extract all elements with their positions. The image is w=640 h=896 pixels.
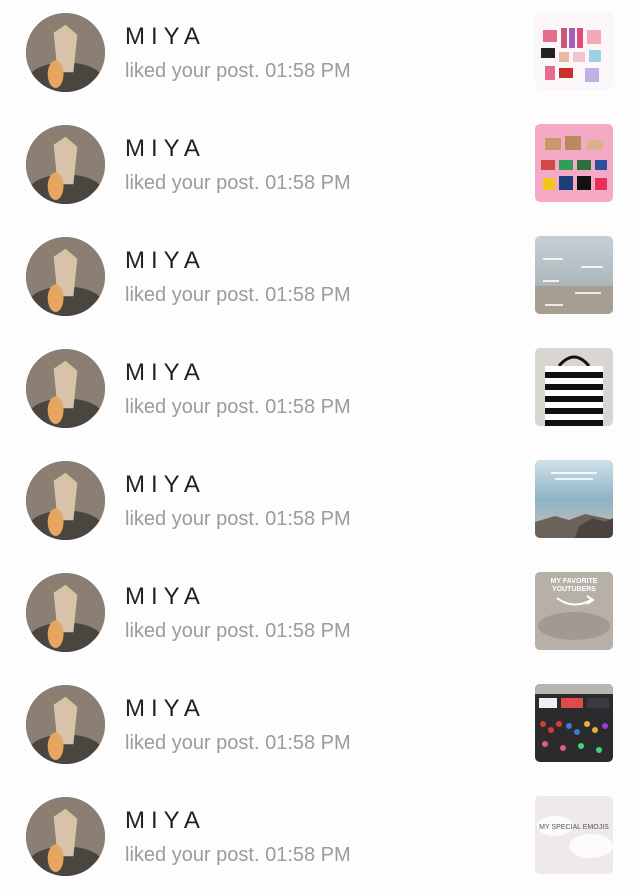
notification-text: liked your post. 01:58 PM bbox=[125, 60, 351, 82]
username[interactable]: MIYA bbox=[125, 135, 206, 163]
post-thumbnail[interactable] bbox=[535, 348, 613, 426]
notification-text: liked your post. 01:58 PM bbox=[125, 396, 351, 418]
notification-text: liked your post. 01:58 PM bbox=[125, 172, 351, 194]
timestamp: 01:58 PM bbox=[265, 284, 351, 306]
thumbnail-caption: MY SPECIAL EMOJIS bbox=[539, 824, 609, 831]
notification-row[interactable]: MIYA liked your post. 01:58 PM bbox=[0, 0, 640, 112]
username[interactable]: MIYA bbox=[125, 695, 206, 723]
user-avatar[interactable] bbox=[26, 685, 105, 764]
timestamp: 01:58 PM bbox=[265, 620, 351, 642]
post-thumbnail[interactable] bbox=[535, 460, 613, 538]
notification-row[interactable]: MIYA liked your post. 01:58 PM MY SPECIA… bbox=[0, 784, 640, 896]
post-thumbnail[interactable] bbox=[535, 12, 613, 90]
notification-row[interactable]: MIYA liked your post. 01:58 PM bbox=[0, 336, 640, 448]
notification-text: liked your post. 01:58 PM bbox=[125, 508, 351, 530]
username[interactable]: MIYA bbox=[125, 23, 206, 51]
notification-text: liked your post. 01:58 PM bbox=[125, 284, 351, 306]
post-thumbnail[interactable] bbox=[535, 236, 613, 314]
user-avatar[interactable] bbox=[26, 13, 105, 92]
notification-row[interactable]: MIYA liked your post. 01:58 PM bbox=[0, 112, 640, 224]
user-avatar[interactable] bbox=[26, 573, 105, 652]
username[interactable]: MIYA bbox=[125, 247, 206, 275]
notification-text: liked your post. 01:58 PM bbox=[125, 732, 351, 754]
post-thumbnail[interactable]: MY SPECIAL EMOJIS bbox=[535, 796, 613, 874]
username[interactable]: MIYA bbox=[125, 471, 206, 499]
notification-row[interactable]: MIYA liked your post. 01:58 PM bbox=[0, 224, 640, 336]
notification-row[interactable]: MIYA liked your post. 01:58 PM MY FAVORI… bbox=[0, 560, 640, 672]
post-thumbnail[interactable] bbox=[535, 684, 613, 762]
notification-text: liked your post. 01:58 PM bbox=[125, 620, 351, 642]
timestamp: 01:58 PM bbox=[265, 396, 351, 418]
timestamp: 01:58 PM bbox=[265, 732, 351, 754]
timestamp: 01:58 PM bbox=[265, 844, 351, 866]
timestamp: 01:58 PM bbox=[265, 508, 351, 530]
username[interactable]: MIYA bbox=[125, 583, 206, 611]
user-avatar[interactable] bbox=[26, 797, 105, 876]
notification-row[interactable]: MIYA liked your post. 01:58 PM bbox=[0, 672, 640, 784]
timestamp: 01:58 PM bbox=[265, 172, 351, 194]
notification-list: MIYA liked your post. 01:58 PM MIYA like… bbox=[0, 0, 640, 876]
user-avatar[interactable] bbox=[26, 461, 105, 540]
user-avatar[interactable] bbox=[26, 237, 105, 316]
username[interactable]: MIYA bbox=[125, 807, 206, 835]
user-avatar[interactable] bbox=[26, 125, 105, 204]
username[interactable]: MIYA bbox=[125, 359, 206, 387]
notification-row[interactable]: MIYA liked your post. 01:58 PM bbox=[0, 448, 640, 560]
thumbnail-caption: MY FAVORITE YOUTUBERS bbox=[550, 578, 598, 593]
post-thumbnail[interactable]: MY FAVORITE YOUTUBERS bbox=[535, 572, 613, 650]
post-thumbnail[interactable] bbox=[535, 124, 613, 202]
user-avatar[interactable] bbox=[26, 349, 105, 428]
timestamp: 01:58 PM bbox=[265, 60, 351, 82]
